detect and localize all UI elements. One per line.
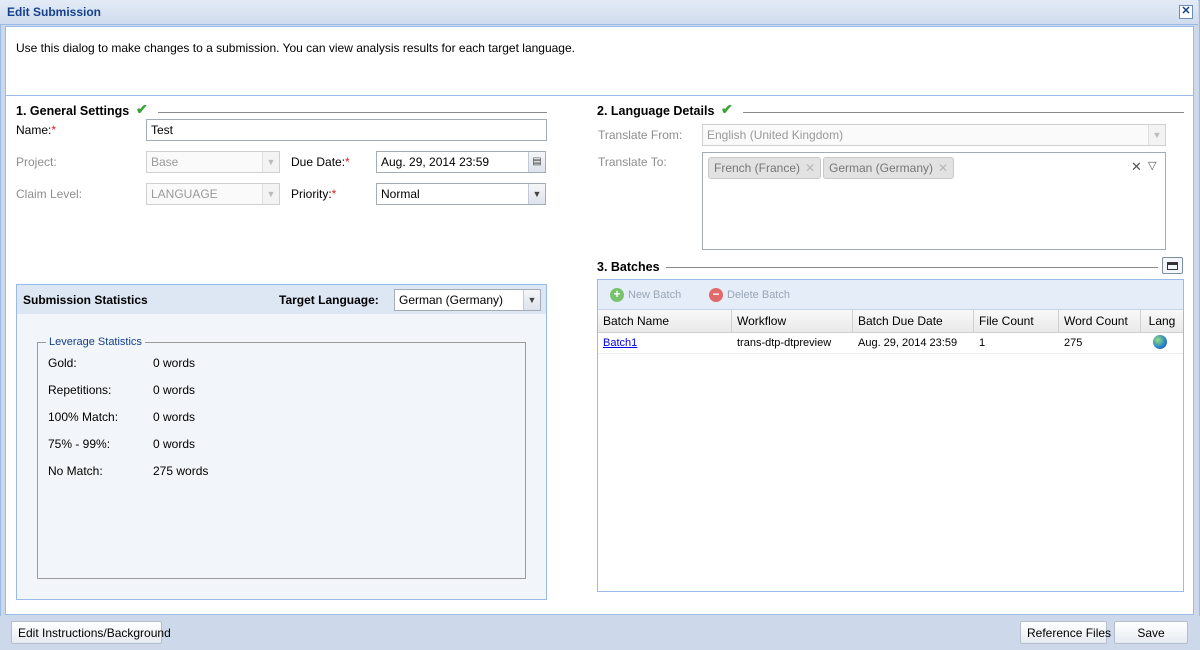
stat-label: Gold: (48, 356, 77, 370)
language-tag[interactable]: German (Germany) ✕ (823, 157, 955, 179)
chevron-down-icon[interactable]: ▼ (523, 290, 540, 310)
translate-from-label: Translate From: (598, 128, 683, 142)
section-divider (666, 267, 1158, 268)
stat-value: 0 words (153, 437, 196, 451)
target-language-label: Target Language: (279, 293, 379, 307)
language-tag[interactable]: French (France) ✕ (708, 157, 822, 179)
stat-label: Repetitions: (48, 383, 112, 397)
project-label: Project: (16, 155, 57, 169)
batches-title: 3. Batches (597, 260, 660, 274)
intro-text: Use this dialog to make changes to a sub… (16, 41, 575, 55)
translate-from-select: English (United Kingdom) ▼ (702, 124, 1166, 146)
batches-toolbar (598, 280, 1183, 310)
chevron-down-icon: ▼ (262, 152, 279, 172)
project-select: Base ▼ (146, 151, 280, 173)
add-icon: + (610, 288, 624, 302)
section-divider (158, 112, 547, 113)
column-header[interactable]: Word Count (1059, 310, 1141, 333)
reference-files-button[interactable]: Reference Files (1020, 621, 1111, 644)
due-date-cell: Aug. 29, 2014 23:59 (858, 337, 958, 349)
priority-label: Priority:* (291, 187, 337, 201)
clear-icon[interactable]: ✕ (1131, 159, 1142, 175)
column-header[interactable]: Batch Name (598, 310, 732, 333)
language-details-title: 2. Language Details (597, 104, 715, 118)
table-row[interactable]: Batch1 trans-dtp-dtpreview Aug. 29, 2014… (598, 333, 1183, 354)
dropdown-triangle-icon[interactable]: ▽ (1148, 159, 1156, 172)
translate-to-field[interactable]: French (France) ✕ German (Germany) ✕ ✕ ▽ (702, 152, 1166, 250)
globe-icon[interactable] (1153, 335, 1167, 356)
statistics-title: Submission Statistics (23, 293, 148, 307)
name-field[interactable]: Test (146, 119, 547, 141)
leverage-statistics-legend: Leverage Statistics (46, 336, 145, 348)
leverage-statistics-box (37, 342, 526, 579)
word-count-cell: 275 (1064, 337, 1083, 349)
remove-icon[interactable]: ✕ (938, 161, 948, 175)
check-icon: ✔ (136, 101, 148, 117)
column-header[interactable]: Lang (1141, 310, 1183, 333)
chevron-down-icon: ▼ (1148, 125, 1165, 145)
stat-label: No Match: (48, 464, 103, 478)
remove-icon[interactable]: ✕ (805, 161, 815, 175)
edit-instructions-button[interactable]: Edit Instructions/Background (11, 621, 171, 644)
due-date-field[interactable]: Aug. 29, 2014 23:59 ▤ (376, 151, 546, 173)
name-label: Name:* (16, 123, 57, 137)
priority-select[interactable]: Normal ▼ (376, 183, 546, 205)
window-titlebar[interactable]: Edit Submission (0, 0, 1198, 25)
calendar-icon[interactable]: ▤ (528, 152, 545, 172)
claim-level-label: Claim Level: (16, 187, 83, 201)
section-divider (743, 112, 1184, 113)
save-button[interactable]: Save (1114, 621, 1188, 644)
translate-to-label: Translate To: (598, 155, 667, 169)
stat-value: 0 words (153, 356, 196, 370)
stat-value: 0 words (153, 410, 196, 424)
stat-value: 275 words (153, 464, 209, 478)
stat-label: 75% - 99%: (48, 437, 111, 451)
remove-icon: − (709, 288, 723, 302)
chevron-down-icon[interactable]: ▼ (528, 184, 545, 204)
workflow-cell: trans-dtp-dtpreview (737, 337, 832, 349)
column-header[interactable]: File Count (974, 310, 1059, 333)
claim-level-select: LANGUAGE ▼ (146, 183, 280, 205)
check-icon: ✔ (721, 101, 733, 117)
window-title: Edit Submission (7, 5, 102, 19)
intro-divider (6, 95, 1194, 96)
file-count-cell: 1 (979, 337, 986, 349)
stat-label: 100% Match: (48, 410, 119, 424)
due-date-label: Due Date:* (291, 155, 350, 169)
close-icon[interactable]: ✕ (1179, 5, 1193, 19)
chevron-down-icon: ▼ (262, 184, 279, 204)
maximize-icon[interactable] (1162, 257, 1183, 274)
batch-name-link[interactable]: Batch1 (598, 333, 642, 354)
column-header[interactable]: Batch Due Date (853, 310, 974, 333)
new-batch-button[interactable]: + New Batch (610, 288, 681, 302)
stat-value: 0 words (153, 383, 196, 397)
general-settings-title: 1. General Settings (16, 104, 130, 118)
delete-batch-button[interactable]: − Delete Batch (709, 288, 790, 302)
column-header[interactable]: Workflow (732, 310, 853, 333)
grid-header: Batch Name Workflow Batch Due Date File … (598, 310, 1183, 333)
target-language-select[interactable]: German (Germany) ▼ (394, 289, 541, 311)
